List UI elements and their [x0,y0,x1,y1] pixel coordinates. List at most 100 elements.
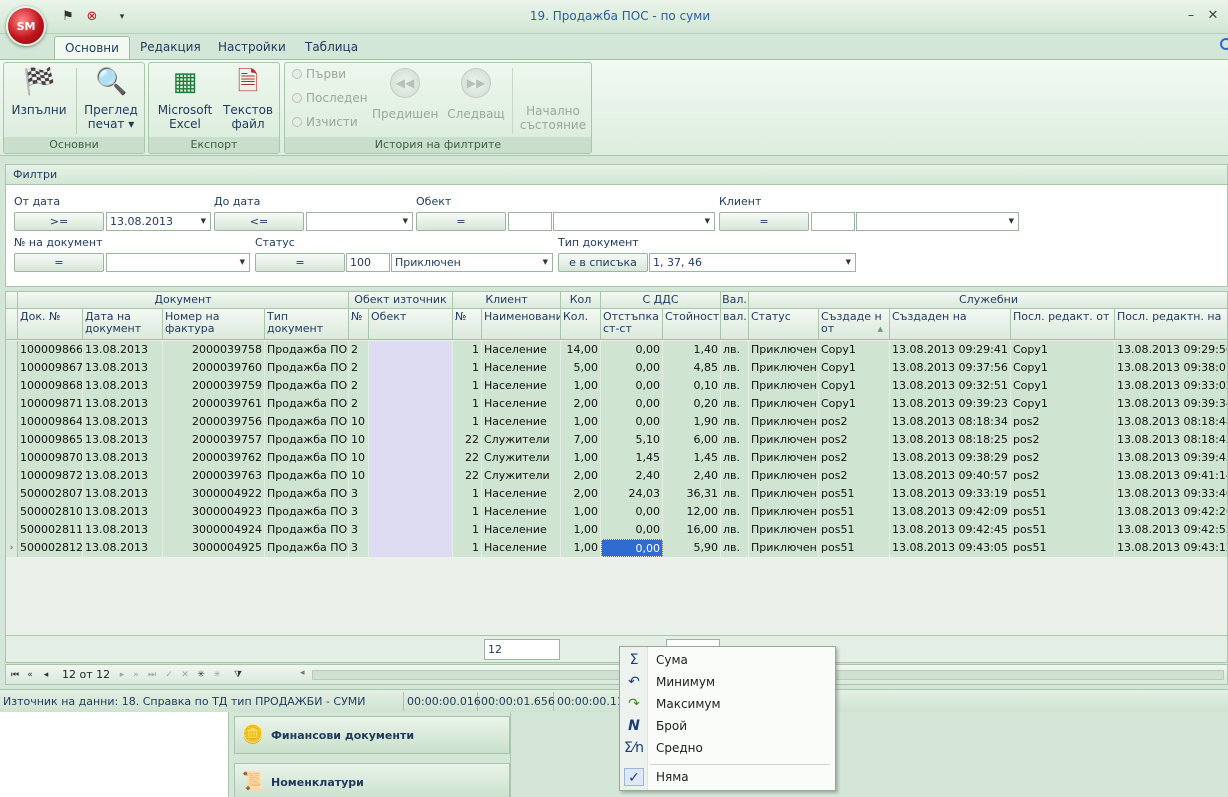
cell-object[interactable] [369,413,453,431]
cancel-edit-icon[interactable]: ✳ [211,668,223,682]
cell-edited-at[interactable]: 13.08.2013 09:33:02 [1115,377,1227,395]
cell-qty[interactable]: 2,00 [561,467,601,485]
cell-object[interactable] [369,485,453,503]
cell-discount[interactable]: 0,00 [601,539,663,557]
cell-created-at[interactable]: 13.08.2013 09:42:45 [890,521,1011,539]
row-indicator[interactable] [6,359,18,377]
cell-doc-no[interactable]: 100009865 [18,431,83,449]
col-created-at[interactable]: Създаден на [890,309,1011,340]
table-row[interactable]: 100009865 13.08.2013 2000039757 Продажба ПО… [6,431,1227,449]
cell-created-at[interactable]: 13.08.2013 09:29:41 [890,341,1011,359]
cell-object-no[interactable]: 10 [349,449,369,467]
menu-item-min[interactable]: ↶ Минимум [620,671,835,693]
band-with-vat[interactable]: С ДДС [601,292,721,309]
doc-type-operator-button[interactable]: е в списъка [558,253,648,272]
cell-status[interactable]: Приключен [749,467,819,485]
col-edited-at[interactable]: Посл. редактн. на [1115,309,1227,340]
cell-client-no[interactable]: 1 [453,503,482,521]
cell-doc-type[interactable]: Продажба ПОС [265,341,349,359]
cell-client-no[interactable]: 1 [453,539,482,557]
cell-edited-by[interactable]: Copy1 [1011,359,1115,377]
cell-doc-type[interactable]: Продажба ПОС [265,359,349,377]
col-currency[interactable]: вал. [721,309,749,340]
chevron-down-icon[interactable]: ▼ [846,254,851,271]
row-indicator[interactable] [6,341,18,359]
col-doc-type[interactable]: Тип документ [265,309,349,340]
cell-object[interactable] [369,449,453,467]
close-circle-icon[interactable]: ⊗ [84,9,100,25]
cell-invoice-no[interactable]: 2000039763 [163,467,265,485]
cell-currency[interactable]: лв. [721,359,749,377]
cell-qty[interactable]: 1,00 [561,539,601,557]
cell-value[interactable]: 16,00 [663,521,721,539]
object-operator-button[interactable]: = [416,212,506,231]
col-invoice-no[interactable]: Номер на фактура [163,309,265,340]
cell-doc-no[interactable]: 500002812 [18,539,83,557]
cell-currency[interactable]: лв. [721,485,749,503]
menu-item-none[interactable]: ✓ Няма [620,766,835,788]
table-row[interactable]: 500002810 13.08.2013 3000004923 Продажба ПО… [6,503,1227,521]
cell-object[interactable] [369,467,453,485]
cell-invoice-no[interactable]: 3000004923 [163,503,265,521]
cell-doc-no[interactable]: 500002810 [18,503,83,521]
col-value[interactable]: Стойност [663,309,721,340]
cell-discount[interactable]: 0,00 [601,395,663,413]
prev-page-icon[interactable]: « [24,668,36,682]
last-record-icon[interactable]: ⏭ [146,668,158,682]
previous-filter-button[interactable]: ◀◀ Предишен [372,68,438,121]
next-record-icon[interactable]: ▸ [116,668,128,682]
cell-status[interactable]: Приключен [749,449,819,467]
tab-table[interactable]: Таблица [295,36,368,59]
table-row[interactable]: 100009871 13.08.2013 2000039761 Продажба ПО… [6,395,1227,413]
cell-value[interactable]: 1,45 [663,449,721,467]
cell-edited-at[interactable]: 13.08.2013 09:42:52 [1115,521,1227,539]
cell-invoice-no[interactable]: 2000039762 [163,449,265,467]
band-qty[interactable]: Кол [561,292,601,309]
chevron-down-icon[interactable]: ▼ [403,213,408,230]
cell-qty[interactable]: 1,00 [561,521,601,539]
cell-edited-at[interactable]: 13.08.2013 09:39:34 [1115,395,1227,413]
cell-qty[interactable]: 1,00 [561,503,601,521]
cell-currency[interactable]: лв. [721,539,749,557]
cell-edited-at[interactable]: 13.08.2013 09:42:26 [1115,503,1227,521]
cell-value[interactable]: 0,10 [663,377,721,395]
cell-object[interactable] [369,539,453,557]
cell-currency[interactable]: лв. [721,521,749,539]
cell-discount[interactable]: 2,40 [601,467,663,485]
cell-object[interactable] [369,377,453,395]
next-page-icon[interactable]: » [130,668,142,682]
cell-doc-date[interactable]: 13.08.2013 [83,359,163,377]
cell-status[interactable]: Приключен [749,341,819,359]
scroll-left-icon[interactable]: ◂ [300,668,305,678]
help-icon[interactable] [1220,38,1228,50]
cell-edited-by[interactable]: Copy1 [1011,377,1115,395]
cell-currency[interactable]: лв. [721,449,749,467]
cell-created-by[interactable]: pos51 [819,521,890,539]
cell-created-by[interactable]: Copy1 [819,359,890,377]
next-filter-button[interactable]: ▶▶ Следващ [446,68,506,121]
cell-object[interactable] [369,359,453,377]
band-currency[interactable]: Вал. [721,292,749,309]
cell-qty[interactable]: 5,00 [561,359,601,377]
cell-object-no[interactable]: 2 [349,377,369,395]
cell-created-at[interactable]: 13.08.2013 09:33:19 [890,485,1011,503]
application-menu-button[interactable]: SM [6,6,46,46]
cell-doc-type[interactable]: Продажба ПОС [265,485,349,503]
refresh-icon[interactable]: ✳ [195,668,207,682]
col-doc-no[interactable]: Док. № [18,309,83,340]
col-object[interactable]: Обект [369,309,453,340]
cell-client-no[interactable]: 1 [453,413,482,431]
table-row[interactable]: 100009867 13.08.2013 2000039760 Продажба ПО… [6,359,1227,377]
cell-status[interactable]: Приключен [749,413,819,431]
cell-qty[interactable]: 7,00 [561,431,601,449]
cell-edited-at[interactable]: 13.08.2013 09:39:45 [1115,449,1227,467]
cell-doc-type[interactable]: Продажба ПОС [265,503,349,521]
cell-created-at[interactable]: 13.08.2013 09:32:51 [890,377,1011,395]
cell-invoice-no[interactable]: 2000039758 [163,341,265,359]
nav-group-nomenclature[interactable]: 📜 Номенклатури [234,763,510,797]
cell-doc-type[interactable]: Продажба ПОС [265,413,349,431]
cell-edited-by[interactable]: pos51 [1011,503,1115,521]
status-operator-button[interactable]: = [255,253,345,272]
cell-value[interactable]: 1,40 [663,341,721,359]
cell-client-name[interactable]: Население [482,395,561,413]
